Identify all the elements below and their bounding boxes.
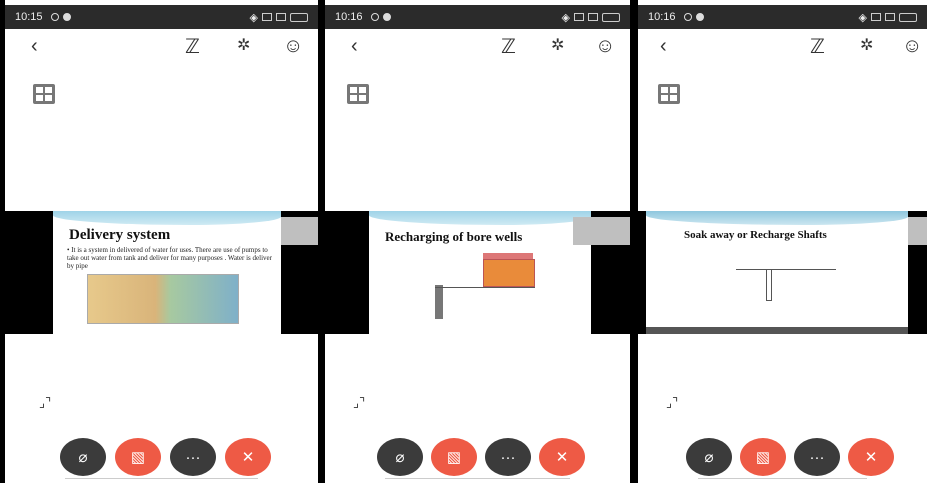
presentation-slide: Soak away or Recharge Shafts xyxy=(646,211,908,334)
status-time: 10:15 xyxy=(15,11,43,23)
slide-body: • It is a system in delivered of water f… xyxy=(67,246,272,270)
expand-icon[interactable]: ⌟⌝ xyxy=(39,395,59,413)
camera-thumbnail xyxy=(281,217,318,245)
back-chevron-icon[interactable]: ‹ xyxy=(660,36,667,56)
bluetooth-icon[interactable]: ✲ xyxy=(551,36,564,56)
grid-layout-icon[interactable] xyxy=(347,84,369,104)
slide-wave-decoration xyxy=(369,211,591,225)
app-status-icon xyxy=(382,13,391,21)
call-controls: ⌀ ▧ ··· ✕ xyxy=(325,438,630,476)
signal-icon xyxy=(262,13,272,21)
phone-screen-1: 10:15 ◈ ‹ ℤ ✲ ☺ Delivery system • It is … xyxy=(5,0,318,483)
expand-icon[interactable]: ⌟⌝ xyxy=(666,395,686,413)
participants-icon[interactable]: ☺ xyxy=(595,36,615,56)
status-bar: 10:16 ◈ xyxy=(325,5,630,29)
status-icons: ◈ xyxy=(562,11,620,24)
bore-well-diagram-image xyxy=(427,253,537,321)
shared-screen: Soak away or Recharge Shafts xyxy=(638,211,927,334)
signal-icon xyxy=(588,13,598,21)
slide-wave-decoration xyxy=(53,211,281,225)
signal-icon xyxy=(871,13,881,21)
battery-icon xyxy=(290,12,308,22)
slide-control-bar xyxy=(646,327,908,334)
slide-wave-decoration xyxy=(646,211,908,225)
video-off-icon[interactable]: ▧ xyxy=(740,438,786,476)
status-time: 10:16 xyxy=(648,11,676,23)
participants-icon[interactable]: ☺ xyxy=(283,36,303,56)
meeting-toolbar: ‹ ℤ ✲ ☺ xyxy=(325,30,630,64)
status-bar: 10:15 ◈ xyxy=(5,5,318,29)
mic-muted-icon[interactable]: ⌀ xyxy=(377,438,423,476)
camera-thumbnail xyxy=(573,217,630,245)
home-indicator xyxy=(385,478,570,479)
camera-status-icon xyxy=(50,13,59,21)
status-bar: 10:16 ◈ xyxy=(638,5,927,29)
signal-icon xyxy=(885,13,895,21)
hang-up-icon[interactable]: ✕ xyxy=(225,438,271,476)
grid-layout-icon[interactable] xyxy=(33,84,55,104)
phone-screen-2: 10:16 ◈ ‹ ℤ ✲ ☺ Recharging of bore wells xyxy=(325,0,630,483)
more-icon[interactable]: ··· xyxy=(794,438,840,476)
home-indicator xyxy=(698,478,867,479)
app-status-icon xyxy=(695,13,704,21)
video-off-icon[interactable]: ▧ xyxy=(115,438,161,476)
meeting-toolbar: ‹ ℤ ✲ ☺ xyxy=(5,30,318,64)
call-controls: ⌀ ▧ ··· ✕ xyxy=(5,438,318,476)
camera-status-icon xyxy=(370,13,379,21)
annotate-squiggle-icon[interactable]: ℤ xyxy=(501,36,516,56)
camera-thumbnail xyxy=(908,217,927,245)
more-icon[interactable]: ··· xyxy=(170,438,216,476)
bluetooth-icon[interactable]: ✲ xyxy=(860,36,873,56)
presentation-slide: Recharging of bore wells xyxy=(369,211,591,334)
expand-icon[interactable]: ⌟⌝ xyxy=(353,395,373,413)
wifi-icon: ◈ xyxy=(561,11,570,24)
wifi-icon: ◈ xyxy=(249,11,258,24)
participants-icon[interactable]: ☺ xyxy=(902,36,922,56)
mic-muted-icon[interactable]: ⌀ xyxy=(686,438,732,476)
slide-title: Delivery system xyxy=(69,227,171,243)
battery-icon xyxy=(602,12,620,22)
call-controls: ⌀ ▧ ··· ✕ xyxy=(638,438,927,476)
presentation-slide: Delivery system • It is a system in deli… xyxy=(53,211,281,334)
battery-icon xyxy=(899,12,917,22)
slide-title: Recharging of bore wells xyxy=(385,229,523,244)
wifi-icon: ◈ xyxy=(858,11,867,24)
hang-up-icon[interactable]: ✕ xyxy=(848,438,894,476)
back-chevron-icon[interactable]: ‹ xyxy=(31,36,38,56)
signal-icon xyxy=(574,13,584,21)
back-chevron-icon[interactable]: ‹ xyxy=(351,36,358,56)
home-indicator xyxy=(65,478,258,479)
slide-title: Soak away or Recharge Shafts xyxy=(684,229,827,241)
annotate-squiggle-icon[interactable]: ℤ xyxy=(810,36,825,56)
phone-screen-3: 10:16 ◈ ‹ ℤ ✲ ☺ Soak away or Recharge Sh… xyxy=(638,0,927,483)
video-off-icon[interactable]: ▧ xyxy=(431,438,477,476)
more-icon[interactable]: ··· xyxy=(485,438,531,476)
shared-screen: Delivery system • It is a system in deli… xyxy=(5,211,318,334)
annotate-squiggle-icon[interactable]: ℤ xyxy=(185,36,200,56)
camera-status-icon xyxy=(683,13,692,21)
delivery-diagram-image xyxy=(87,274,239,324)
bluetooth-icon[interactable]: ✲ xyxy=(237,36,250,56)
status-icons: ◈ xyxy=(250,11,308,24)
hang-up-icon[interactable]: ✕ xyxy=(539,438,585,476)
soakaway-diagram-image xyxy=(736,257,836,303)
grid-layout-icon[interactable] xyxy=(658,84,680,104)
app-status-icon xyxy=(62,13,71,21)
status-time: 10:16 xyxy=(335,11,363,23)
mic-muted-icon[interactable]: ⌀ xyxy=(60,438,106,476)
meeting-toolbar: ‹ ℤ ✲ ☺ xyxy=(638,30,927,64)
shared-screen: Recharging of bore wells xyxy=(325,211,630,334)
status-icons: ◈ xyxy=(859,11,917,24)
signal-icon xyxy=(276,13,286,21)
